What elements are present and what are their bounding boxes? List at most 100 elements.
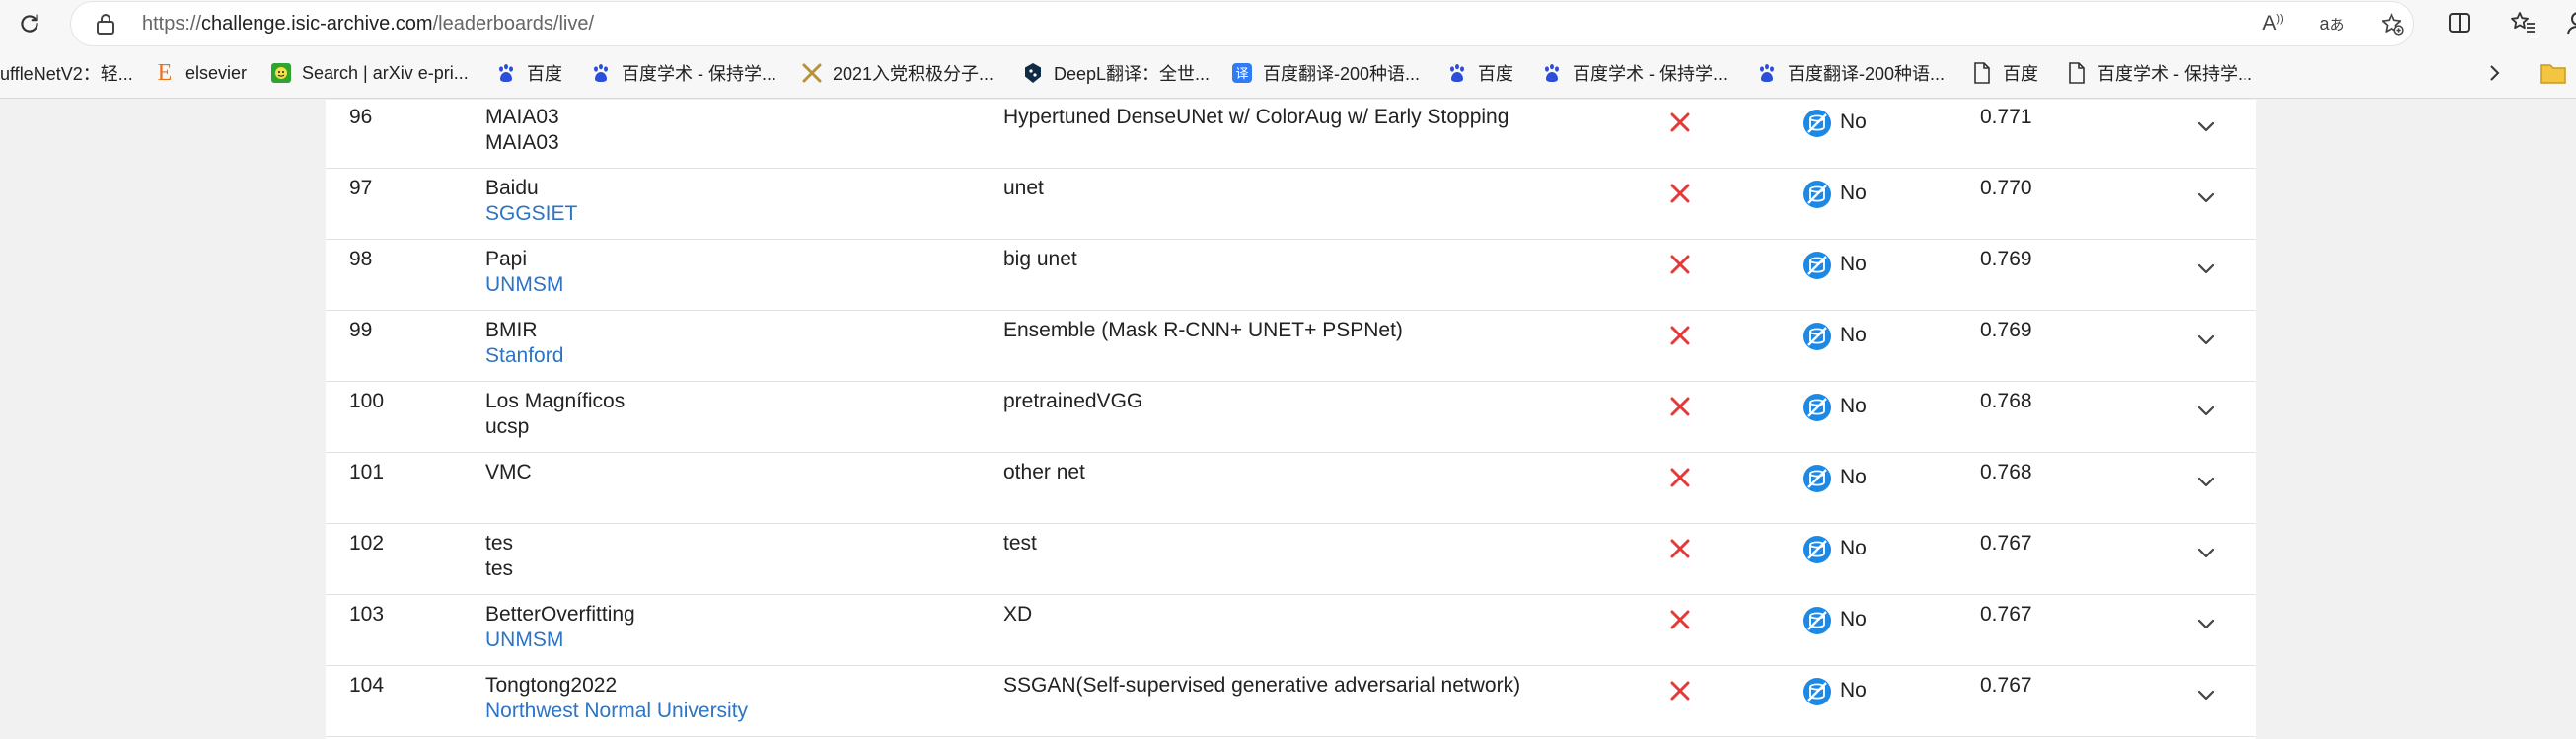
external-data-label: No: [1840, 111, 1867, 133]
chevron-down-icon[interactable]: [2193, 540, 2219, 565]
no-external-data-icon: [1803, 535, 1832, 564]
no-external-data-icon: [1803, 322, 1832, 351]
bookmark-item[interactable]: 百度: [495, 53, 562, 93]
external-data-label: No: [1840, 324, 1867, 346]
folder-icon[interactable]: [2539, 61, 2567, 85]
chevron-down-icon[interactable]: [2193, 327, 2219, 352]
refresh-icon[interactable]: [10, 4, 49, 43]
url-scheme: https://: [142, 13, 202, 35]
add-favorite-icon[interactable]: [2378, 10, 2405, 37]
baidu-paw-icon: [1756, 62, 1778, 84]
method-name: XD: [1003, 603, 1033, 626]
bookmark-label: 百度学术 - 保持学...: [622, 64, 776, 84]
team-name: tes: [485, 532, 514, 554]
arxiv-icon: [270, 62, 292, 84]
external-data-label: No: [1840, 253, 1867, 275]
address-bar[interactable]: https://challenge.isic-archive.com/leade…: [71, 2, 2413, 45]
score-cell: 0.769: [1980, 319, 2032, 341]
chevron-down-icon[interactable]: [2193, 398, 2219, 423]
lock-icon[interactable]: [95, 12, 118, 36]
bookmark-item[interactable]: Search | arXiv e-pri...: [270, 53, 469, 93]
team-name: Tongtong2022: [485, 674, 618, 697]
external-data-label: No: [1840, 679, 1867, 702]
baidu-translate-icon: 译: [1231, 62, 1253, 84]
rank-cell: 99: [349, 319, 373, 341]
favorites-icon[interactable]: [2506, 6, 2539, 39]
bookmark-item[interactable]: E elsevier: [154, 53, 247, 93]
chevron-down-icon[interactable]: [2193, 185, 2219, 210]
score-cell: 0.768: [1980, 390, 2032, 412]
bookmark-item[interactable]: 百度学术 - 保持学...: [1541, 53, 1728, 93]
rank-cell: 97: [349, 177, 373, 199]
method-name: Hypertuned DenseUNet w/ ColorAug w/ Earl…: [1003, 106, 1509, 128]
method-name: other net: [1003, 461, 1085, 483]
close-icon: [1667, 252, 1693, 277]
bookmark-item[interactable]: 百度学术 - 保持学...: [2066, 53, 2252, 93]
bookmark-item[interactable]: 百度翻译-200种语...: [1756, 53, 1945, 93]
rank-cell: 96: [349, 106, 373, 128]
close-icon: [1667, 678, 1693, 703]
organization-name: MAIA03: [485, 131, 559, 154]
browser-toolbar: https://challenge.isic-archive.com/leade…: [0, 0, 2576, 47]
bookmark-item[interactable]: 译 百度翻译-200种语...: [1231, 53, 1420, 93]
url-path: /leaderboards/live/: [432, 13, 595, 35]
chevron-down-icon[interactable]: [2193, 611, 2219, 636]
team-name: Baidu: [485, 177, 539, 199]
read-aloud-icon[interactable]: A)): [2259, 10, 2287, 37]
table-row: 104 Tongtong2022 Northwest Normal Universi…: [326, 666, 2256, 737]
bookmark-item[interactable]: 百度: [1446, 53, 1513, 93]
close-icon: [1667, 607, 1693, 632]
external-data-label: No: [1840, 395, 1867, 417]
page-icon: [2066, 62, 2088, 84]
bookmark-label: 百度: [2003, 64, 2038, 84]
close-icon: [1667, 181, 1693, 206]
organization-name[interactable]: UNMSM: [485, 628, 563, 652]
method-name: Ensemble (Mask R-CNN+ UNET+ PSPNet): [1003, 319, 1403, 341]
close-icon: [1667, 110, 1693, 135]
split-screen-icon[interactable]: [2443, 6, 2476, 39]
table-row: 98 Papi UNMSM big unet No 0.769: [326, 240, 2256, 311]
profile-icon[interactable]: [2557, 6, 2576, 39]
no-external-data-icon: [1803, 180, 1832, 209]
chevron-down-icon[interactable]: [2193, 469, 2219, 494]
organization-name[interactable]: Northwest Normal University: [485, 700, 748, 723]
chevron-down-icon[interactable]: [2193, 113, 2219, 139]
bookmark-item[interactable]: uffleNetV2：轻...: [0, 53, 133, 93]
bookmark-item[interactable]: 百度学术 - 保持学...: [590, 53, 776, 93]
team-name: Papi: [485, 248, 528, 270]
rank-cell: 98: [349, 248, 373, 270]
bookmark-item[interactable]: 2021入党积极分子...: [801, 53, 994, 93]
chevron-down-icon[interactable]: [2193, 682, 2219, 707]
method-name: test: [1003, 532, 1037, 554]
rank-cell: 104: [349, 674, 385, 697]
bookmark-item[interactable]: DeepL翻译：全世...: [1022, 53, 1210, 93]
organization-name[interactable]: Stanford: [485, 344, 563, 368]
chevron-down-icon[interactable]: [2193, 256, 2219, 281]
bookmark-label: 百度翻译-200种语...: [1788, 64, 1946, 84]
elsevier-icon: E: [157, 59, 173, 86]
svg-text:译: 译: [1235, 67, 1248, 82]
external-data-label: No: [1840, 608, 1867, 630]
bookmark-label: 百度: [1478, 64, 1513, 84]
bookmark-label: 百度学术 - 保持学...: [2098, 64, 2252, 84]
rank-cell: 100: [349, 390, 385, 412]
bookmark-item[interactable]: 百度: [1971, 53, 2038, 93]
organization-name[interactable]: UNMSM: [485, 273, 563, 297]
no-external-data-icon: [1803, 606, 1832, 635]
bookmark-label: uffleNetV2：轻...: [0, 64, 133, 84]
table-row: 103 BetterOverfitting UNMSM XD No 0.767: [326, 595, 2256, 666]
url-text[interactable]: https://challenge.isic-archive.com/leade…: [142, 13, 594, 36]
bookmarks-bar: uffleNetV2：轻... E elsevier Search | arXi…: [0, 47, 2576, 99]
organization-name[interactable]: SGGSIET: [485, 202, 577, 226]
chevron-right-icon[interactable]: [2482, 61, 2506, 85]
table-row: 102 tes tes test No 0.767: [326, 524, 2256, 595]
team-name: BMIR: [485, 319, 538, 341]
external-data-label: No: [1840, 466, 1867, 488]
table-row: 96 MAIA03 MAIA03 Hypertuned DenseUNet w/ Co…: [326, 98, 2256, 169]
deepl-icon: [1022, 62, 1044, 84]
translate-icon[interactable]: aあ: [2318, 10, 2346, 37]
score-cell: 0.771: [1980, 106, 2032, 128]
no-external-data-icon: [1803, 109, 1832, 138]
baidu-paw-icon: [495, 62, 517, 84]
table-row: 97 Baidu SGGSIET unet No 0.770: [326, 169, 2256, 240]
